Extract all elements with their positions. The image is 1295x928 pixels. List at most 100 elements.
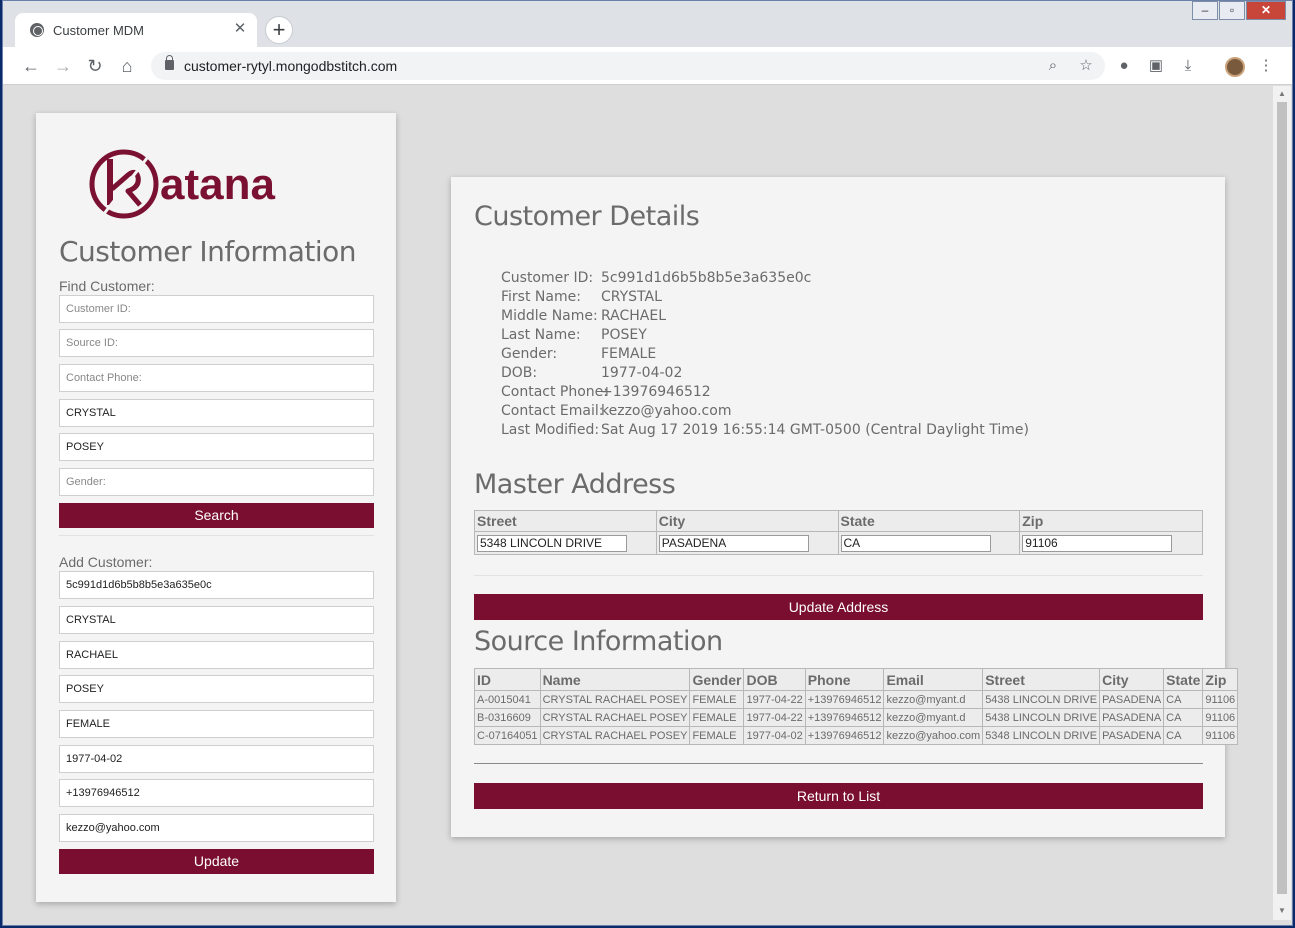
close-tab-icon[interactable]: ✕ bbox=[231, 20, 249, 38]
column-header-street: Street bbox=[474, 510, 657, 532]
add-first-name-input[interactable] bbox=[59, 606, 374, 634]
column-header-phone: Phone bbox=[804, 668, 885, 691]
minimize-button[interactable]: – bbox=[1192, 1, 1218, 20]
master-address-table: Street City State Zip bbox=[474, 510, 1203, 555]
close-window-button[interactable]: ✕ bbox=[1246, 1, 1286, 20]
table-cell: +13976946512 bbox=[804, 690, 885, 709]
table-cell: 1977-04-02 bbox=[743, 726, 806, 745]
table-header-row: ID Name Gender DOB Phone Email Street Ci… bbox=[474, 668, 1239, 691]
scroll-thumb[interactable] bbox=[1277, 102, 1287, 894]
column-header-city: City bbox=[655, 510, 839, 532]
add-phone-input[interactable] bbox=[59, 779, 374, 807]
extension-circle-icon[interactable]: ● bbox=[1113, 55, 1135, 77]
table-row bbox=[474, 531, 1203, 555]
add-customer-label: Add Customer: bbox=[59, 554, 153, 570]
menu-kebab-icon[interactable]: ⋮ bbox=[1255, 55, 1277, 77]
table-cell: CRYSTAL RACHAEL POSEY bbox=[539, 726, 691, 745]
column-header-name: Name bbox=[539, 668, 691, 691]
state-input[interactable] bbox=[840, 534, 991, 552]
forward-icon[interactable]: → bbox=[51, 54, 75, 78]
detail-value: Sat Aug 17 2019 16:55:14 GMT-0500 (Centr… bbox=[601, 422, 1029, 438]
customer-id-input[interactable] bbox=[59, 295, 374, 323]
detail-value: +13976946512 bbox=[601, 384, 711, 400]
last-name-search-input[interactable] bbox=[59, 433, 374, 461]
table-row: C-07164051 CRYSTAL RACHAEL POSEY FEMALE … bbox=[474, 726, 1239, 745]
table-cell: 91106 bbox=[1202, 726, 1239, 745]
extension-c-icon[interactable]: ▣ bbox=[1145, 55, 1167, 77]
new-tab-button[interactable]: + bbox=[265, 16, 293, 44]
table-row: A-0015041 CRYSTAL RACHAEL POSEY FEMALE 1… bbox=[474, 690, 1239, 709]
maximize-button[interactable]: ▫ bbox=[1219, 1, 1245, 20]
detail-value: RACHAEL bbox=[601, 308, 667, 324]
table-cell: CRYSTAL RACHAEL POSEY bbox=[539, 690, 691, 709]
add-email-input[interactable] bbox=[59, 814, 374, 842]
table-cell: A-0015041 bbox=[474, 690, 541, 709]
column-header-state: State bbox=[1163, 668, 1204, 691]
scroll-up-icon[interactable]: ▲ bbox=[1277, 89, 1287, 99]
table-cell: CA bbox=[1163, 726, 1204, 745]
add-last-name-input[interactable] bbox=[59, 675, 374, 703]
scroll-down-icon[interactable]: ▼ bbox=[1277, 906, 1287, 916]
window-controls: – ▫ ✕ bbox=[1191, 1, 1286, 21]
column-header-city: City bbox=[1099, 668, 1165, 691]
add-gender-input[interactable] bbox=[59, 710, 374, 738]
add-customer-id-input[interactable] bbox=[59, 571, 374, 599]
table-cell: 5438 LINCOLN DRIVE bbox=[982, 690, 1101, 709]
column-header-zip: Zip bbox=[1019, 510, 1203, 532]
url-text: customer-rytyl.mongodbstitch.com bbox=[184, 58, 398, 74]
first-name-search-input[interactable] bbox=[59, 399, 374, 427]
browser-toolbar: ← → ↻ ⌂ customer-rytyl.mongodbstitch.com… bbox=[3, 47, 1292, 85]
table-cell: CA bbox=[1163, 708, 1204, 727]
detail-value: kezzo@yahoo.com bbox=[601, 403, 732, 419]
tab-title: Customer MDM bbox=[53, 23, 145, 38]
table-cell: PASADENA bbox=[1099, 690, 1165, 709]
browser-tab[interactable]: Customer MDM ✕ bbox=[15, 13, 257, 47]
zoom-icon[interactable]: ⌕ bbox=[1042, 55, 1064, 77]
vertical-scrollbar[interactable]: ▲ ▼ bbox=[1273, 86, 1291, 920]
table-cell: PASADENA bbox=[1099, 708, 1165, 727]
source-information-table: ID Name Gender DOB Phone Email Street Ci… bbox=[474, 668, 1239, 745]
download-icon[interactable]: ⤓ bbox=[1177, 55, 1199, 77]
katana-logo: atana bbox=[88, 147, 308, 223]
customer-info-card: atana Customer Information Find Customer… bbox=[36, 113, 396, 902]
column-header-state: State bbox=[837, 510, 1021, 532]
detail-label: Contact Email: bbox=[501, 403, 604, 419]
table-cell: +13976946512 bbox=[804, 726, 885, 745]
page-viewport: atana Customer Information Find Customer… bbox=[3, 86, 1273, 920]
table-cell: 5348 LINCOLN DRIVE bbox=[982, 726, 1101, 745]
source-id-input[interactable] bbox=[59, 329, 374, 357]
update-button[interactable]: Update bbox=[59, 849, 374, 874]
lock-icon bbox=[165, 55, 174, 70]
gender-search-input[interactable] bbox=[59, 468, 374, 496]
table-cell: B-0316609 bbox=[474, 708, 541, 727]
table-cell: 1977-04-22 bbox=[743, 690, 806, 709]
add-dob-input[interactable] bbox=[59, 745, 374, 773]
table-cell: kezzo@yahoo.com bbox=[883, 726, 984, 745]
detail-label: Gender: bbox=[501, 346, 558, 362]
detail-value: 1977-04-02 bbox=[601, 365, 683, 381]
city-input[interactable] bbox=[658, 534, 809, 552]
zip-input[interactable] bbox=[1022, 534, 1173, 552]
back-icon[interactable]: ← bbox=[19, 54, 43, 78]
section-divider bbox=[474, 763, 1203, 764]
street-cell bbox=[474, 531, 657, 555]
profile-avatar[interactable] bbox=[1225, 57, 1245, 77]
return-to-list-button[interactable]: Return to List bbox=[474, 783, 1203, 809]
contact-phone-input[interactable] bbox=[59, 364, 374, 392]
search-button[interactable]: Search bbox=[59, 503, 374, 528]
column-header-id: ID bbox=[474, 668, 541, 691]
tab-strip: Customer MDM ✕ + – ▫ ✕ bbox=[3, 1, 1292, 47]
update-address-button[interactable]: Update Address bbox=[474, 594, 1203, 620]
add-middle-name-input[interactable] bbox=[59, 641, 374, 669]
state-cell bbox=[837, 531, 1021, 555]
bookmark-star-icon[interactable]: ☆ bbox=[1075, 55, 1097, 77]
home-icon[interactable]: ⌂ bbox=[115, 54, 139, 78]
table-cell: kezzo@myant.d bbox=[883, 690, 984, 709]
customer-details-card: Customer Details Customer ID: 5c991d1d6b… bbox=[451, 177, 1239, 837]
detail-value: POSEY bbox=[601, 327, 647, 343]
reload-icon[interactable]: ↻ bbox=[83, 54, 107, 78]
street-input[interactable] bbox=[477, 534, 627, 552]
section-divider bbox=[59, 535, 374, 536]
address-bar[interactable]: customer-rytyl.mongodbstitch.com ⌕ ☆ bbox=[151, 52, 1105, 80]
katana-logo-icon bbox=[89, 148, 159, 220]
